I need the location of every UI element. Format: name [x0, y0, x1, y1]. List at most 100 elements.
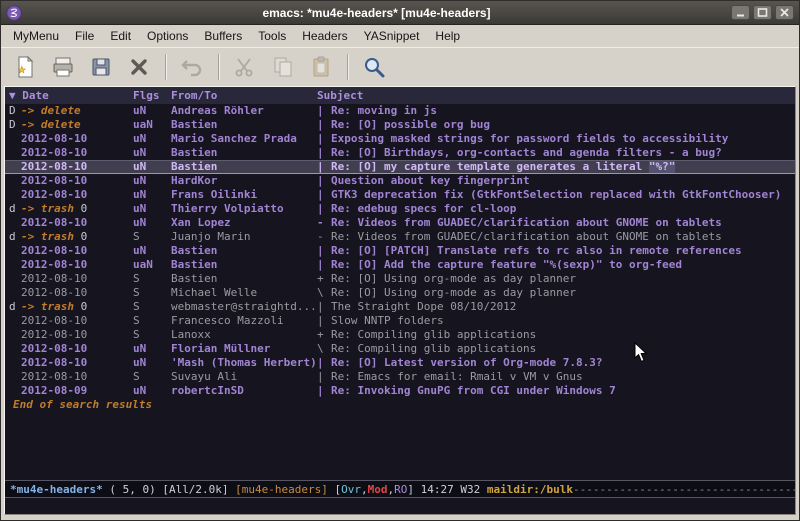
- message-row[interactable]: 2012-08-10uNBastien|Re: [O] Birthdays, o…: [5, 146, 795, 160]
- mark-action-suffix: 0: [74, 300, 87, 313]
- date-cell: 2012-08-10: [21, 244, 133, 258]
- menu-yasnippet[interactable]: YASnippet: [356, 25, 428, 47]
- message-row[interactable]: 2012-08-10uNMario Sanchez Prada|Exposing…: [5, 132, 795, 146]
- message-row[interactable]: 2012-08-09uNrobertcInSD|Re: Invoking Gnu…: [5, 384, 795, 398]
- subject-cell: Re: [O] Using org-mode as day planner: [331, 286, 795, 300]
- flags-cell: uN: [133, 202, 171, 216]
- minimize-button[interactable]: [731, 5, 750, 20]
- message-row[interactable]: d-> trash 0SJuanjo Marin-Re: Videos from…: [5, 230, 795, 244]
- message-row[interactable]: 2012-08-10uNFlorian Müllner\Re: Compilin…: [5, 342, 795, 356]
- mark-cell: [9, 314, 21, 328]
- date-cell: 2012-08-10: [21, 286, 133, 300]
- menu-mymenu[interactable]: MyMenu: [5, 25, 67, 47]
- maximize-button[interactable]: [753, 5, 772, 20]
- mark-cell: D: [9, 104, 21, 118]
- from-cell: Bastien: [171, 118, 317, 132]
- menu-buffers[interactable]: Buffers: [196, 25, 250, 47]
- message-row[interactable]: D-> deleteuaNBastien|Re: [O] possible or…: [5, 118, 795, 132]
- from-cell: 'Mash (Thomas Herbert): [171, 356, 317, 370]
- message-row[interactable]: 2012-08-10uNHardKor|Question about key f…: [5, 174, 795, 188]
- from-cell: Xan Lopez: [171, 216, 317, 230]
- header-line: ▼ Date Flgs From/To Subject: [5, 87, 795, 104]
- mark-action: -> delete: [21, 118, 81, 131]
- modeline-segment-plain: ,: [361, 483, 368, 496]
- message-row[interactable]: D-> deleteuNAndreas Röhler|Re: moving in…: [5, 104, 795, 118]
- undo-button[interactable]: [176, 51, 208, 83]
- thread-indicator: |: [317, 132, 331, 146]
- message-row[interactable]: 2012-08-10uNBastien|Re: [O] [PATCH] Tran…: [5, 244, 795, 258]
- message-row[interactable]: 2012-08-10uN'Mash (Thomas Herbert)|Re: […: [5, 356, 795, 370]
- message-row[interactable]: 2012-08-10uNXan Lopez-Re: Videos from GU…: [5, 216, 795, 230]
- from-cell: webmaster@straightd...: [171, 300, 317, 314]
- copy-button[interactable]: [267, 51, 299, 83]
- new-file-icon: [13, 55, 37, 79]
- date-cell: 2012-08-10: [21, 188, 133, 202]
- flags-cell: uN: [133, 104, 171, 118]
- subject-cell: Re: [O] possible org bug: [331, 118, 795, 132]
- message-row[interactable]: 2012-08-10SLanoxx+Re: Compiling glib app…: [5, 328, 795, 342]
- mark-action-suffix: 0: [74, 230, 87, 243]
- echo-area[interactable]: [5, 498, 795, 514]
- menu-help[interactable]: Help: [427, 25, 468, 47]
- flags-cell: S: [133, 328, 171, 342]
- menu-file[interactable]: File: [67, 25, 102, 47]
- subject-cell: Re: Videos from GUADEC/clarification abo…: [331, 216, 795, 230]
- mark-cell: [9, 328, 21, 342]
- open-file-button[interactable]: [47, 51, 79, 83]
- cut-icon: [233, 55, 257, 79]
- close-icon: [779, 8, 790, 17]
- subject-cell: GTK3 deprecation fix (GtkFontSelection r…: [331, 188, 795, 202]
- subject-cell: Re: [O] Add the capture feature "%(sexp)…: [331, 258, 795, 272]
- thread-indicator: -: [317, 230, 331, 244]
- mark-action: -> trash: [21, 202, 74, 215]
- thread-indicator: +: [317, 328, 331, 342]
- message-row[interactable]: 2012-08-10uNFrans Oilinki|GTK3 deprecati…: [5, 188, 795, 202]
- paste-button[interactable]: [305, 51, 337, 83]
- close-buffer-button[interactable]: [123, 51, 155, 83]
- date-cell: 2012-08-10: [21, 258, 133, 272]
- subject-cell: Re: [O] Latest version of Org-mode 7.8.3…: [331, 356, 795, 370]
- menu-headers[interactable]: Headers: [294, 25, 355, 47]
- message-row[interactable]: 2012-08-10uaNBastien|Re: [O] Add the cap…: [5, 258, 795, 272]
- thread-indicator: |: [317, 258, 331, 272]
- search-button[interactable]: [358, 51, 390, 83]
- thread-indicator: |: [317, 384, 331, 398]
- thread-indicator: |: [317, 104, 331, 118]
- message-row[interactable]: 2012-08-10uNBastien|Re: [O] my capture t…: [5, 160, 795, 174]
- from-cell: Bastien: [171, 146, 317, 160]
- thread-indicator: \: [317, 286, 331, 300]
- column-header-subject[interactable]: Subject: [317, 89, 795, 102]
- message-row[interactable]: d-> trash 0uNThierry Volpiatto|Re: edebu…: [5, 202, 795, 216]
- menu-options[interactable]: Options: [139, 25, 196, 47]
- message-row[interactable]: d-> trash 0Swebmaster@straightd...|The S…: [5, 300, 795, 314]
- menu-tools[interactable]: Tools: [250, 25, 294, 47]
- column-header-from[interactable]: From/To: [171, 89, 317, 102]
- from-cell: Andreas Röhler: [171, 104, 317, 118]
- window-title: emacs: *mu4e-headers* [mu4e-headers]: [22, 6, 731, 20]
- window-controls: [731, 5, 794, 20]
- date-cell: 2012-08-10: [21, 356, 133, 370]
- subject-cell: Re: Compiling glib applications: [331, 342, 795, 356]
- from-cell: Suvayu Ali: [171, 370, 317, 384]
- end-of-search-results: End of search results: [5, 398, 795, 412]
- column-header-flags[interactable]: Flgs: [133, 89, 171, 102]
- message-row[interactable]: 2012-08-10SBastien+Re: [O] Using org-mod…: [5, 272, 795, 286]
- mark-cell: [9, 216, 21, 230]
- message-row[interactable]: 2012-08-10SSuvayu Ali|Re: Emacs for emai…: [5, 370, 795, 384]
- save-button[interactable]: [85, 51, 117, 83]
- date-cell: 2012-08-10: [21, 342, 133, 356]
- cut-button[interactable]: [229, 51, 261, 83]
- column-header-date[interactable]: ▼ Date: [9, 89, 133, 102]
- new-file-button[interactable]: [9, 51, 41, 83]
- message-row[interactable]: 2012-08-10SMichael Welle\Re: [O] Using o…: [5, 286, 795, 300]
- close-button[interactable]: [775, 5, 794, 20]
- flags-cell: S: [133, 286, 171, 300]
- mark-action: -> delete: [21, 104, 81, 117]
- date-cell: 2012-08-10: [21, 272, 133, 286]
- menu-edit[interactable]: Edit: [102, 25, 139, 47]
- message-row[interactable]: 2012-08-10SFrancesco Mazzoli|Slow NNTP f…: [5, 314, 795, 328]
- mark-cell: d: [9, 300, 21, 314]
- titlebar[interactable]: emacs: *mu4e-headers* [mu4e-headers]: [1, 1, 799, 25]
- flags-cell: uN: [133, 244, 171, 258]
- date-cell: -> trash 0: [21, 230, 133, 244]
